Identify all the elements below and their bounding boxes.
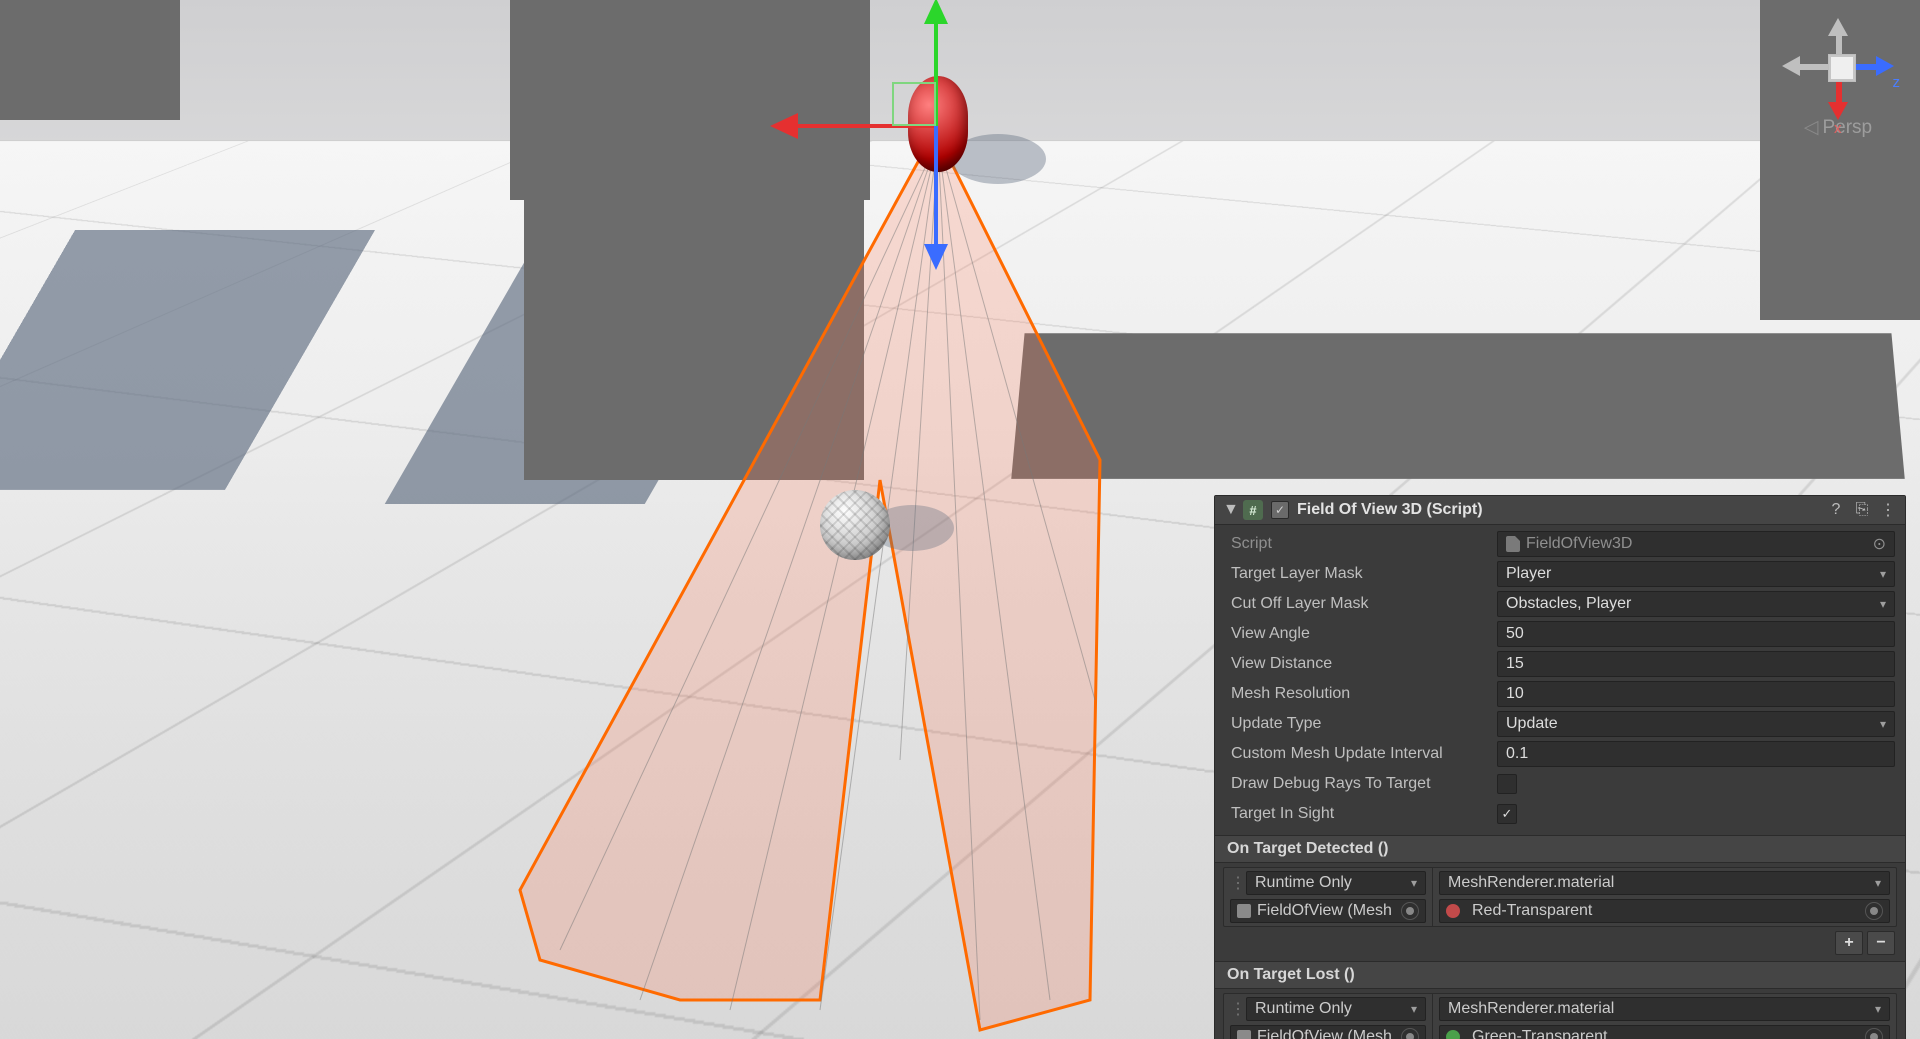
property-label: Update Type bbox=[1225, 715, 1497, 733]
unityevent-list-buttons: + − bbox=[1215, 929, 1905, 955]
checkbox[interactable] bbox=[1497, 774, 1517, 794]
property-row-target-layer: Target Layer Mask Player bbox=[1215, 559, 1905, 589]
orient-left-cone-icon bbox=[1782, 56, 1800, 76]
property-label: Custom Mesh Update Interval bbox=[1225, 745, 1497, 763]
event-function-dropdown[interactable]: MeshRenderer.material bbox=[1439, 997, 1890, 1021]
object-picker-icon[interactable] bbox=[1401, 902, 1419, 920]
call-mode-dropdown[interactable]: Runtime Only bbox=[1246, 871, 1426, 895]
unityevent-header-detected: On Target Detected () bbox=[1215, 835, 1905, 863]
material-swatch-icon bbox=[1446, 1030, 1460, 1039]
unityevent-block-detected: ⋮⋮ Runtime Only FieldOfView (Mesh MeshRe… bbox=[1223, 867, 1897, 927]
component-enable-checkbox[interactable]: ✓ bbox=[1271, 501, 1289, 519]
property-label: View Distance bbox=[1225, 655, 1497, 673]
foldout-toggle-icon[interactable]: ▼ bbox=[1223, 501, 1235, 519]
orient-z-label: z bbox=[1893, 74, 1901, 91]
script-icon: # bbox=[1243, 500, 1263, 520]
property-row-view-angle: View Angle 50 bbox=[1215, 619, 1905, 649]
component-header[interactable]: ▼ # ✓ Field Of View 3D (Script) ? ⎘ ⋮ bbox=[1215, 496, 1905, 525]
orient-x-cone-icon bbox=[1828, 102, 1848, 120]
property-label: View Angle bbox=[1225, 625, 1497, 643]
preset-icon[interactable]: ⎘ bbox=[1853, 501, 1871, 519]
gameobject-icon bbox=[1237, 1030, 1251, 1039]
event-argument-material-field[interactable]: Green-Transparent bbox=[1439, 1025, 1890, 1039]
orientation-gizmo[interactable]: z x ◁Persp bbox=[1778, 22, 1898, 139]
property-label: Cut Off Layer Mask bbox=[1225, 595, 1497, 613]
help-icon[interactable]: ? bbox=[1827, 501, 1845, 519]
property-row-custom-interval: Custom Mesh Update Interval 0.1 bbox=[1215, 739, 1905, 769]
object-picker-icon[interactable]: ⊙ bbox=[1873, 534, 1886, 554]
property-label: Target In Sight bbox=[1225, 805, 1497, 823]
component-title: Field Of View 3D (Script) bbox=[1297, 501, 1819, 519]
script-field: FieldOfView3D ⊙ bbox=[1497, 531, 1895, 557]
gizmo-x-arrow-icon bbox=[770, 113, 798, 139]
number-field[interactable]: 0.1 bbox=[1497, 741, 1895, 767]
orient-cube-icon[interactable] bbox=[1828, 54, 1856, 82]
property-label: Draw Debug Rays To Target bbox=[1225, 775, 1497, 793]
event-function-dropdown[interactable]: MeshRenderer.material bbox=[1439, 871, 1890, 895]
target-sphere[interactable] bbox=[820, 490, 890, 560]
object-picker-icon[interactable] bbox=[1401, 1028, 1419, 1039]
orient-x-label: x bbox=[1834, 120, 1842, 137]
orient-up-cone-icon bbox=[1828, 18, 1848, 36]
property-row-cutoff-layer: Cut Off Layer Mask Obstacles, Player bbox=[1215, 589, 1905, 619]
property-row-target-in-sight: Target In Sight ✓ bbox=[1215, 799, 1905, 829]
number-field[interactable]: 50 bbox=[1497, 621, 1895, 647]
property-row-draw-debug: Draw Debug Rays To Target bbox=[1215, 769, 1905, 799]
property-row-mesh-resolution: Mesh Resolution 10 bbox=[1215, 679, 1905, 709]
event-target-object-field[interactable]: FieldOfView (Mesh bbox=[1230, 899, 1426, 923]
property-label: Mesh Resolution bbox=[1225, 685, 1497, 703]
call-mode-dropdown[interactable]: Runtime Only bbox=[1246, 997, 1426, 1021]
layermask-dropdown[interactable]: Obstacles, Player bbox=[1497, 591, 1895, 617]
object-picker-icon[interactable] bbox=[1865, 902, 1883, 920]
checkbox[interactable]: ✓ bbox=[1497, 804, 1517, 824]
number-field[interactable]: 15 bbox=[1497, 651, 1895, 677]
add-listener-button[interactable]: + bbox=[1835, 931, 1863, 955]
unityevent-header-lost: On Target Lost () bbox=[1215, 961, 1905, 989]
context-menu-icon[interactable]: ⋮ bbox=[1879, 501, 1897, 519]
property-row-update-type: Update Type Update bbox=[1215, 709, 1905, 739]
enum-dropdown[interactable]: Update bbox=[1497, 711, 1895, 737]
property-label: Target Layer Mask bbox=[1225, 565, 1497, 583]
reorder-handle-icon[interactable]: ⋮⋮ bbox=[1230, 999, 1240, 1019]
orient-z-cone-icon bbox=[1876, 56, 1894, 76]
number-field[interactable]: 10 bbox=[1497, 681, 1895, 707]
property-row-view-distance: View Distance 15 bbox=[1215, 649, 1905, 679]
reorder-handle-icon[interactable]: ⋮⋮ bbox=[1230, 873, 1240, 893]
gizmo-xy-plane[interactable] bbox=[892, 82, 936, 126]
property-row-script: Script FieldOfView3D ⊙ bbox=[1215, 529, 1905, 559]
gizmo-y-arrow-icon bbox=[924, 0, 948, 24]
inspector-component: ▼ # ✓ Field Of View 3D (Script) ? ⎘ ⋮ Sc… bbox=[1214, 495, 1906, 1039]
script-asset-icon bbox=[1506, 536, 1520, 552]
remove-listener-button[interactable]: − bbox=[1867, 931, 1895, 955]
event-target-object-field[interactable]: FieldOfView (Mesh bbox=[1230, 1025, 1426, 1039]
material-swatch-icon bbox=[1446, 904, 1460, 918]
gameobject-icon bbox=[1237, 904, 1251, 918]
object-picker-icon[interactable] bbox=[1865, 1028, 1883, 1039]
property-label: Script bbox=[1225, 535, 1497, 553]
layermask-dropdown[interactable]: Player bbox=[1497, 561, 1895, 587]
gizmo-z-arrow-icon bbox=[924, 244, 948, 270]
eye-icon: ◁ bbox=[1804, 117, 1819, 138]
unityevent-block-lost: ⋮⋮ Runtime Only FieldOfView (Mesh MeshRe… bbox=[1223, 993, 1897, 1039]
event-argument-material-field[interactable]: Red-Transparent bbox=[1439, 899, 1890, 923]
